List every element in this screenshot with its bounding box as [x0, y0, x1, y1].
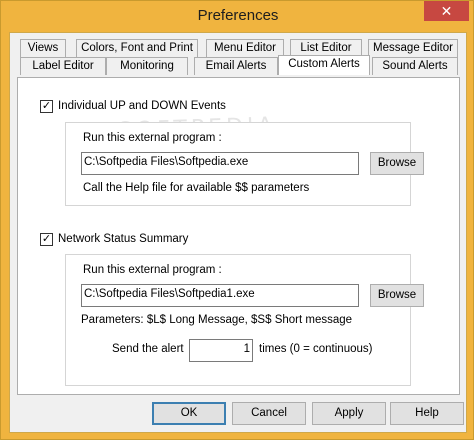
- tab-custom-alerts[interactable]: Custom Alerts: [278, 55, 370, 75]
- times-label: times (0 = continuous): [259, 343, 373, 355]
- tab-message-editor[interactable]: Message Editor: [368, 39, 458, 57]
- ok-button[interactable]: OK: [152, 402, 226, 425]
- individual-events-group: Run this external program : C:\Softpedia…: [65, 122, 424, 206]
- program-path-input-2[interactable]: C:\Softpedia Files\Softpedia1.exe: [81, 284, 359, 307]
- tab-views[interactable]: Views: [20, 39, 66, 57]
- apply-button[interactable]: Apply: [312, 402, 386, 425]
- dialog-client-area: Views Colors, Font and Print Menu Editor…: [9, 32, 467, 433]
- network-status-label: Network Status Summary: [58, 233, 189, 245]
- tab-colors-font-print[interactable]: Colors, Font and Print: [76, 39, 198, 57]
- help-button[interactable]: Help: [390, 402, 464, 425]
- preferences-window: Preferences ✕ Views Colors, Font and Pri…: [0, 0, 474, 440]
- window-title: Preferences: [197, 7, 279, 24]
- network-status-group: Run this external program : C:\Softpedia…: [65, 254, 424, 386]
- run-program-label-2: Run this external program :: [83, 264, 222, 276]
- send-alert-label: Send the alert: [112, 343, 184, 355]
- custom-alerts-panel: SOFTPEDIA ✓ Individual UP and DOWN Event…: [17, 77, 460, 395]
- tab-sound-alerts[interactable]: Sound Alerts: [372, 57, 458, 75]
- close-icon[interactable]: ✕: [424, 1, 469, 21]
- tab-monitoring[interactable]: Monitoring: [106, 57, 188, 75]
- program-path-input[interactable]: C:\Softpedia Files\Softpedia.exe: [81, 152, 359, 175]
- help-file-text: Call the Help file for available $$ para…: [83, 182, 310, 194]
- individual-events-label: Individual UP and DOWN Events: [58, 100, 226, 112]
- send-count-input[interactable]: 1: [189, 339, 253, 362]
- run-program-label: Run this external program :: [83, 132, 222, 144]
- cancel-button[interactable]: Cancel: [232, 402, 306, 425]
- browse-button-2[interactable]: Browse: [370, 284, 424, 307]
- tab-label-editor[interactable]: Label Editor: [20, 57, 106, 75]
- parameters-text: Parameters: $L$ Long Message, $S$ Short …: [81, 314, 353, 326]
- tab-email-alerts[interactable]: Email Alerts: [194, 57, 278, 75]
- tab-menu-editor[interactable]: Menu Editor: [206, 39, 284, 57]
- title-bar[interactable]: Preferences ✕: [1, 1, 474, 32]
- browse-button[interactable]: Browse: [370, 152, 424, 175]
- individual-events-checkbox[interactable]: ✓: [40, 100, 53, 113]
- network-status-checkbox[interactable]: ✓: [40, 233, 53, 246]
